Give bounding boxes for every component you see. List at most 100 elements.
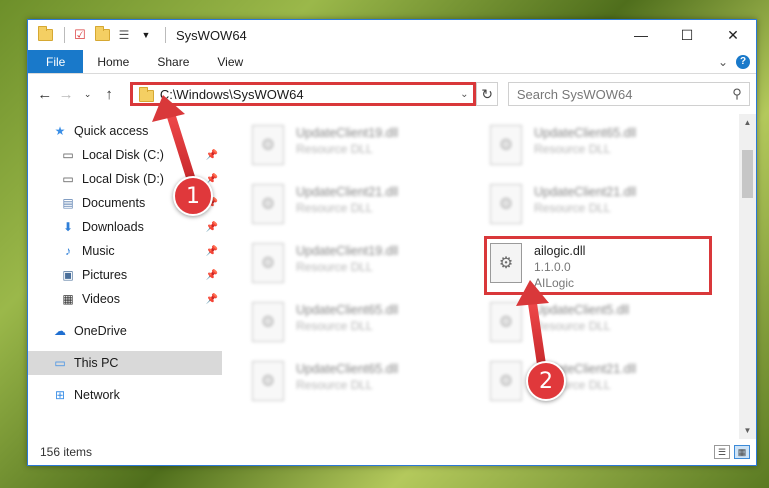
file-type: Resource DLL bbox=[534, 319, 611, 333]
sidebar-item-videos[interactable]: ▦ Videos 📌 bbox=[28, 287, 222, 311]
tiles-view-icon[interactable]: ▦ bbox=[734, 445, 750, 459]
sidebar-item-downloads[interactable]: ⬇ Downloads 📌 bbox=[28, 215, 222, 239]
file-item[interactable]: ⚙ UpdateClient65.dll Resource DLL bbox=[252, 296, 490, 355]
sidebar-item-label: Downloads bbox=[82, 220, 144, 234]
file-item[interactable]: ⚙ UpdateClient21.dll Resource DLL bbox=[490, 178, 728, 237]
item-count: 156 items bbox=[40, 445, 93, 459]
step-1-badge: 1 bbox=[173, 176, 213, 216]
music-icon: ♪ bbox=[65, 244, 71, 258]
dll-file-icon: ⚙ bbox=[252, 184, 284, 224]
file-item[interactable]: ⚙ UpdateClient65.dll Resource DLL bbox=[252, 355, 490, 414]
pin-icon[interactable]: 📌 bbox=[206, 294, 218, 305]
sidebar-item-label: Local Disk (C:) bbox=[82, 148, 164, 162]
refresh-icon[interactable]: ↻ bbox=[476, 82, 498, 106]
main-content: ★ Quick access ▭ Local Disk (C:) 📌 ▭ Loc… bbox=[28, 114, 756, 439]
dll-file-icon: ⚙ bbox=[252, 243, 284, 283]
address-bar[interactable]: C:\Windows\SysWOW64 ⌄ bbox=[129, 82, 477, 106]
back-icon[interactable]: ← bbox=[34, 86, 55, 103]
documents-icon: ▤ bbox=[62, 196, 74, 210]
sidebar-item-network[interactable]: ⊞ Network bbox=[28, 383, 222, 407]
sidebar-item-label: Pictures bbox=[82, 268, 128, 282]
minimize-button[interactable]: — bbox=[618, 20, 664, 50]
maximize-button[interactable]: ☐ bbox=[664, 20, 710, 50]
star-icon: ★ bbox=[54, 124, 66, 138]
chevron-down-icon[interactable]: ⌄ bbox=[455, 89, 473, 100]
network-icon: ⊞ bbox=[54, 388, 66, 402]
file-name: ailogic.dll bbox=[534, 244, 586, 258]
file-name: UpdateClient21.dll bbox=[534, 185, 637, 199]
vertical-scrollbar[interactable]: ▲ ▼ bbox=[739, 114, 756, 439]
search-icon[interactable]: ⚲ bbox=[725, 86, 749, 102]
file-item[interactable]: ⚙ UpdateClient19.dll Resource DLL bbox=[252, 237, 490, 296]
dll-file-icon: ⚙ bbox=[252, 361, 284, 401]
scroll-thumb[interactable] bbox=[742, 150, 753, 198]
help-icon[interactable]: ? bbox=[736, 54, 750, 69]
sidebar-item-label: Local Disk (D:) bbox=[82, 172, 164, 186]
status-bar: 156 items ☰ ▦ bbox=[28, 439, 756, 465]
file-name: UpdateClient19.dll bbox=[296, 126, 399, 140]
ribbon-tabs: File Home Share View ⌄ ? bbox=[28, 50, 756, 74]
tab-share[interactable]: Share bbox=[143, 50, 203, 73]
file-item[interactable]: ⚙ UpdateClient5.dll Resource DLL bbox=[490, 296, 728, 355]
pictures-icon: ▣ bbox=[62, 268, 74, 282]
close-button[interactable]: ✕ bbox=[710, 20, 756, 50]
tab-view[interactable]: View bbox=[203, 50, 257, 73]
details-view-icon[interactable]: ☰ bbox=[714, 445, 730, 459]
scroll-up-icon[interactable]: ▲ bbox=[739, 114, 756, 131]
up-icon[interactable]: ↑ bbox=[98, 86, 119, 103]
title-bar: ☑ ☰ ▼ SysWOW64 — ☐ ✕ bbox=[28, 20, 756, 50]
sidebar-item-pictures[interactable]: ▣ Pictures 📌 bbox=[28, 263, 222, 287]
pin-icon[interactable]: 📌 bbox=[206, 222, 218, 233]
file-item-ailogic[interactable]: ⚙ ailogic.dll 1.1.0.0 AILogic bbox=[484, 236, 728, 296]
pin-icon[interactable]: 📌 bbox=[206, 150, 218, 161]
pin-icon[interactable]: 📌 bbox=[206, 270, 218, 281]
scroll-down-icon[interactable]: ▼ bbox=[739, 422, 756, 439]
file-type: Resource DLL bbox=[296, 319, 373, 333]
explorer-window: ☑ ☰ ▼ SysWOW64 — ☐ ✕ File Home Share Vie… bbox=[27, 19, 757, 466]
sidebar-item-label: OneDrive bbox=[74, 324, 127, 338]
tab-file[interactable]: File bbox=[28, 50, 84, 73]
folder-icon bbox=[138, 86, 154, 102]
file-type: Resource DLL bbox=[296, 260, 373, 274]
file-type: Resource DLL bbox=[296, 201, 373, 215]
dll-file-icon: ⚙ bbox=[490, 243, 522, 283]
dll-file-icon: ⚙ bbox=[252, 302, 284, 342]
search-placeholder: Search SysWOW64 bbox=[516, 86, 633, 102]
new-folder-icon[interactable] bbox=[93, 26, 111, 44]
file-name: UpdateClient65.dll bbox=[534, 126, 637, 140]
folder-icon bbox=[36, 26, 54, 44]
address-path[interactable]: C:\Windows\SysWOW64 bbox=[160, 87, 456, 102]
chevron-down-icon[interactable]: ▼ bbox=[137, 26, 155, 44]
sidebar-item-label: Quick access bbox=[74, 124, 149, 138]
sidebar-item-local-disk-c[interactable]: ▭ Local Disk (C:) 📌 bbox=[28, 143, 222, 167]
step-2-badge: 2 bbox=[526, 361, 566, 401]
dll-file-icon: ⚙ bbox=[252, 125, 284, 165]
dll-file-icon: ⚙ bbox=[490, 125, 522, 165]
forward-icon[interactable]: → bbox=[55, 86, 76, 103]
sidebar-item-label: Documents bbox=[82, 196, 146, 210]
pin-icon[interactable]: 📌 bbox=[206, 246, 218, 257]
sidebar-item-music[interactable]: ♪ Music 📌 bbox=[28, 239, 222, 263]
sidebar-item-onedrive[interactable]: ☁ OneDrive bbox=[28, 319, 222, 343]
tab-home[interactable]: Home bbox=[83, 50, 143, 73]
file-name: UpdateClient21.dll bbox=[296, 185, 399, 199]
sidebar-item-this-pc[interactable]: ▭ This PC bbox=[28, 351, 222, 375]
file-item[interactable]: ⚙ UpdateClient21.dll Resource DLL bbox=[252, 178, 490, 237]
file-item[interactable]: ⚙ UpdateClient19.dll Resource DLL bbox=[252, 119, 490, 178]
customize-toolbar-icon[interactable]: ☰ bbox=[115, 26, 133, 44]
dll-file-icon: ⚙ bbox=[490, 302, 522, 342]
search-input[interactable]: Search SysWOW64 ⚲ bbox=[507, 82, 750, 106]
properties-icon[interactable]: ☑ bbox=[71, 26, 89, 44]
file-item[interactable]: ⚙ UpdateClient65.dll Resource DLL bbox=[490, 119, 728, 178]
sidebar-item-label: This PC bbox=[74, 356, 119, 370]
sidebar-item-quick-access[interactable]: ★ Quick access bbox=[28, 119, 222, 143]
window-title: SysWOW64 bbox=[176, 27, 247, 43]
recent-locations-icon[interactable]: ⌄ bbox=[77, 89, 98, 100]
file-company: AILogic bbox=[534, 276, 575, 290]
computer-icon: ▭ bbox=[54, 356, 66, 370]
dll-file-icon: ⚙ bbox=[490, 184, 522, 224]
expand-ribbon-icon[interactable]: ⌄ bbox=[718, 55, 728, 69]
file-type: Resource DLL bbox=[296, 378, 373, 392]
file-name: UpdateClient5.dll bbox=[534, 303, 630, 317]
sidebar-item-label: Music bbox=[82, 244, 115, 258]
